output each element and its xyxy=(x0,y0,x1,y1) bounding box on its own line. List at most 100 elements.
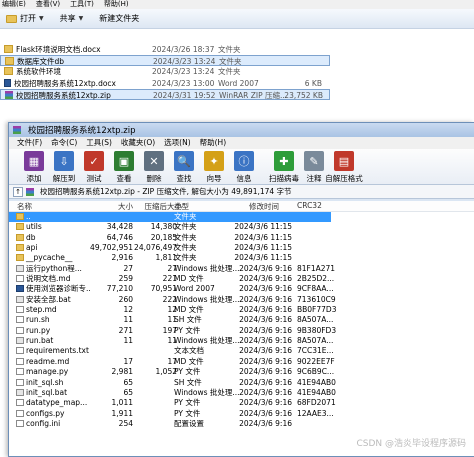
toolbar-add-button[interactable]: ▦ 添加 xyxy=(19,149,49,184)
menu-file[interactable]: 文件(F) xyxy=(17,137,42,149)
toolbar-test-button[interactable]: ✓ 测试 xyxy=(79,149,109,184)
new-folder-button[interactable]: 新建文件夹 xyxy=(96,11,142,26)
extract-to-icon: ⇩ xyxy=(54,151,74,171)
archive-row[interactable]: run.sh 11 11 SH 文件 2024/3/6 9:16 8A507A... xyxy=(9,315,474,325)
archive-row[interactable]: step.md 12 12 MD 文件 2024/3/6 9:16 BB0F77D3 xyxy=(9,305,474,315)
winrar-title-bar[interactable]: 校园招聘服务系统12xtp.zip xyxy=(9,123,474,137)
archive-row[interactable]: run.py 271 197 PY 文件 2024/3/6 9:16 9B380FD3 xyxy=(9,326,474,336)
toolbar-find-button[interactable]: 🔍 查找 xyxy=(169,149,199,184)
menu-tools[interactable]: 工具(S) xyxy=(86,137,112,149)
file-type: Word 2007 xyxy=(218,78,259,88)
archive-row[interactable]: utils 34,428 14,380 文件夹 2024/3/6 11:15 xyxy=(9,222,474,232)
archive-row[interactable]: config.ini 254 配置设置 2024/3/6 9:16 xyxy=(9,419,474,429)
entry-name: api xyxy=(16,243,90,253)
file-row[interactable]: 数据库文件db 2024/3/23 13:24 文件夹 xyxy=(0,55,330,67)
md-icon xyxy=(16,347,24,355)
entry-modified: 2024/3/6 9:16 xyxy=(239,263,292,273)
entry-crc32: 9C6B9C... xyxy=(297,367,335,377)
toolbar-label: 向导 xyxy=(206,174,222,183)
archive-row[interactable]: init_sql.bat 65 Windows 批处理... 2024/3/6 9:1… xyxy=(9,388,474,398)
toolbar-label: 添加 xyxy=(26,174,42,183)
toolbar-label: 解压到 xyxy=(52,174,76,183)
toolbar-view-button[interactable]: ▣ 查看 xyxy=(109,149,139,184)
entry-size: 64,746 xyxy=(106,232,133,242)
entry-crc32: 8A507A... xyxy=(297,336,334,346)
toolbar-label: 自解压格式 xyxy=(325,174,363,183)
entry-packed-size: 24,076,497 xyxy=(134,243,177,253)
entry-name: .. xyxy=(16,212,90,222)
toolbar-info-button[interactable]: ⓘ 信息 xyxy=(229,149,259,184)
toolbar-extract-to-button[interactable]: ⇩ 解压到 xyxy=(49,149,79,184)
archive-row[interactable]: __pycache__ 2,916 1,811 文件夹 2024/3/6 11:15 xyxy=(9,253,474,263)
entry-packed-size: 27 xyxy=(167,263,177,273)
column-type[interactable]: 类型 xyxy=(174,201,189,212)
menu-favorites[interactable]: 收藏夹(O) xyxy=(121,137,155,149)
toolbar-scan-virus-button[interactable]: ✚ 扫描病毒 xyxy=(269,149,299,184)
entry-name: run.sh xyxy=(16,315,90,325)
entry-name: config.ini xyxy=(16,419,90,429)
menu-view[interactable]: 查看(V) xyxy=(36,0,60,9)
menu-help[interactable]: 帮助(H) xyxy=(200,137,227,149)
archive-row[interactable]: run.bat 11 11 Windows 批处理... 2024/3/6 9:16 8A… xyxy=(9,336,474,346)
entry-size: 65 xyxy=(123,377,133,387)
menu-commands[interactable]: 命令(C) xyxy=(51,137,77,149)
entry-modified: 2024/3/6 9:16 xyxy=(239,315,292,325)
md-icon xyxy=(16,326,24,334)
archive-row[interactable]: manage.py 2,981 1,052 PY 文件 2024/3/6 9:16 9C6… xyxy=(9,367,474,377)
toolbar-delete-button[interactable]: ✕ 删除 xyxy=(139,149,169,184)
archive-path-text: 校园招聘服务系统12xtp.zip - ZIP 压缩文件, 解包大小为 49,8… xyxy=(40,187,292,196)
comment-icon: ✎ xyxy=(304,151,324,171)
archive-row[interactable]: 使用浏览器诊断专... 77,210 70,951 Word 2007 2024/3/6… xyxy=(9,284,474,294)
archive-list-header: 名称 大小 压缩后大小 类型 修改时间 CRC32 xyxy=(9,201,474,212)
wizard-icon: ✦ xyxy=(204,151,224,171)
column-modified[interactable]: 修改时间 xyxy=(249,201,279,212)
archive-row[interactable]: db 64,746 20,185 文件夹 2024/3/6 11:15 xyxy=(9,233,474,243)
entry-name: db xyxy=(16,233,90,243)
entry-crc32: BB0F77D3 xyxy=(297,305,337,315)
entry-packed-size: 11 xyxy=(167,336,177,346)
archive-row[interactable]: configs.py 1,911 PY 文件 2024/3/6 9:16 12AAE3.… xyxy=(9,409,474,419)
entry-type: MD 文件 xyxy=(174,305,204,315)
column-name[interactable]: 名称 xyxy=(17,201,32,212)
archive-row[interactable]: 安装全部.bat 260 222 Windows 批处理... 2024/3/6 9:1… xyxy=(9,295,474,305)
file-name: 校园招聘服务系统12xtp.zip xyxy=(5,90,145,101)
archive-path-bar: ↑ 校园招聘服务系统12xtp.zip - ZIP 压缩文件, 解包大小为 49… xyxy=(9,185,474,199)
column-size[interactable]: 大小 xyxy=(109,201,133,212)
entry-name: init_sql.bat xyxy=(16,388,90,398)
archive-row[interactable]: .. 文件夹 xyxy=(9,212,331,223)
entry-packed-size: 1,811 xyxy=(155,253,177,263)
archive-row[interactable]: api 49,702,951 24,076,497 文件夹 2024/3/6 11:15 xyxy=(9,243,474,253)
share-button[interactable]: 共享 ▼ xyxy=(57,11,87,26)
file-row[interactable]: 系统软件环境 2024/3/23 13:24 文件夹 xyxy=(0,66,330,77)
file-row[interactable]: Flask环境说明文档.docx 2024/3/26 18:37 文件夹 xyxy=(0,44,330,55)
entry-packed-size: 20,185 xyxy=(150,232,177,242)
archive-row[interactable]: requirements.txt 文本文档 2024/3/6 9:16 7CC31E.… xyxy=(9,346,474,356)
entry-name: __pycache__ xyxy=(16,253,90,263)
up-folder-icon[interactable]: ↑ xyxy=(13,186,23,197)
toolbar-sfx-button[interactable]: ▤ 自解压格式 xyxy=(325,149,363,184)
open-label: 打开 xyxy=(20,14,36,23)
menu-tools[interactable]: 工具(T) xyxy=(70,0,94,9)
file-row[interactable]: 校园招聘服务系统12xtp.docx 2024/3/23 13:00 Word 20… xyxy=(0,78,330,89)
archive-row[interactable]: 运行python程... 27 27 Windows 批处理... 2024/3/6 9… xyxy=(9,264,474,274)
archive-row[interactable]: readme.md 17 17 MD 文件 2024/3/6 9:16 9022EE7F xyxy=(9,357,474,367)
file-row[interactable]: 校园招聘服务系统12xtp.zip 2024/3/31 19:52 WinRAR Z… xyxy=(0,88,330,101)
menu-edit[interactable]: 编辑(E) xyxy=(2,0,26,9)
toolbar-wizard-button[interactable]: ✦ 向导 xyxy=(199,149,229,184)
column-crc32[interactable]: CRC32 xyxy=(297,201,322,210)
entry-type: Windows 批处理... xyxy=(174,387,240,397)
entry-modified: 2024/3/6 9:16 xyxy=(239,387,292,397)
entry-type: 配置设置 xyxy=(174,418,204,428)
add-icon: ▦ xyxy=(24,151,44,171)
entry-type: MD 文件 xyxy=(174,356,204,366)
bat-icon xyxy=(16,264,24,272)
file-name: 系统软件环境 xyxy=(4,66,144,77)
open-button[interactable]: 打开 ▼ xyxy=(3,11,47,26)
menu-options[interactable]: 选项(N) xyxy=(164,137,190,149)
archive-row[interactable]: datatype_map... 1,011 PY 文件 2024/3/6 9:16 68… xyxy=(9,398,474,408)
archive-row[interactable]: init_sql.sh 65 SH 文件 2024/3/6 9:16 41E94AB0 xyxy=(9,378,474,388)
menu-help[interactable]: 帮助(H) xyxy=(104,0,129,9)
toolbar-label: 测试 xyxy=(86,174,102,183)
archive-row[interactable]: 说明文档.md 259 221 MD 文件 2024/3/6 9:16 2B25D2... xyxy=(9,274,474,284)
entry-crc32: 68FD2071 xyxy=(297,398,336,408)
